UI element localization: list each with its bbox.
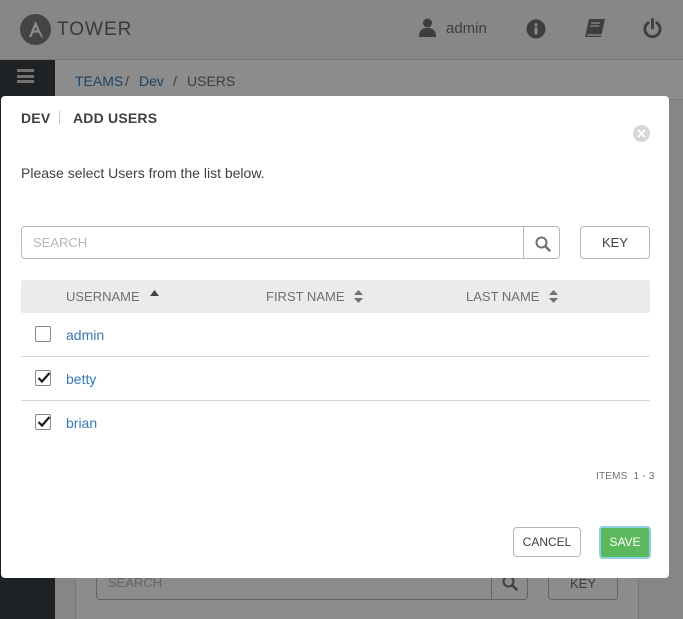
column-header-last-name[interactable]: LAST NAME bbox=[466, 289, 539, 304]
cancel-button[interactable]: CANCEL bbox=[513, 527, 581, 557]
modal-subtitle: ADD USERS bbox=[73, 110, 158, 126]
search-input[interactable] bbox=[21, 226, 524, 259]
table-row: betty bbox=[21, 357, 650, 401]
key-button[interactable]: KEY bbox=[580, 226, 650, 259]
add-users-modal: DEV ADD USERS Please select Users from t… bbox=[1, 96, 669, 578]
pagination-item-count: ITEMS 1 - 3 bbox=[596, 471, 655, 482]
table-row: brian bbox=[21, 401, 650, 445]
row-checkbox[interactable] bbox=[35, 326, 51, 342]
close-button[interactable] bbox=[633, 125, 650, 142]
sort-ascending-icon[interactable] bbox=[150, 290, 159, 296]
modal-instructions: Please select Users from the list below. bbox=[21, 165, 265, 181]
username-link[interactable]: betty bbox=[66, 371, 96, 387]
row-checkbox[interactable] bbox=[35, 370, 51, 386]
search-icon bbox=[535, 236, 551, 252]
items-label: ITEMS bbox=[596, 471, 628, 482]
column-header-username[interactable]: USERNAME bbox=[66, 289, 140, 304]
title-divider bbox=[59, 111, 60, 124]
table-header: USERNAME FIRST NAME LAST NAME bbox=[21, 280, 650, 313]
username-link[interactable]: brian bbox=[66, 415, 97, 431]
row-checkbox[interactable] bbox=[35, 414, 51, 430]
username-link[interactable]: admin bbox=[66, 327, 104, 343]
close-icon bbox=[637, 129, 646, 138]
sort-icon[interactable] bbox=[354, 290, 363, 303]
save-button[interactable]: SAVE bbox=[599, 526, 651, 559]
table-row: admin bbox=[21, 313, 650, 357]
sort-icon[interactable] bbox=[549, 290, 558, 303]
modal-title: DEV bbox=[21, 110, 51, 126]
search-button[interactable] bbox=[523, 226, 560, 259]
column-header-first-name[interactable]: FIRST NAME bbox=[266, 289, 345, 304]
checkmark-icon bbox=[37, 372, 51, 384]
checkmark-icon bbox=[37, 416, 51, 428]
items-range: 1 - 3 bbox=[633, 471, 655, 482]
